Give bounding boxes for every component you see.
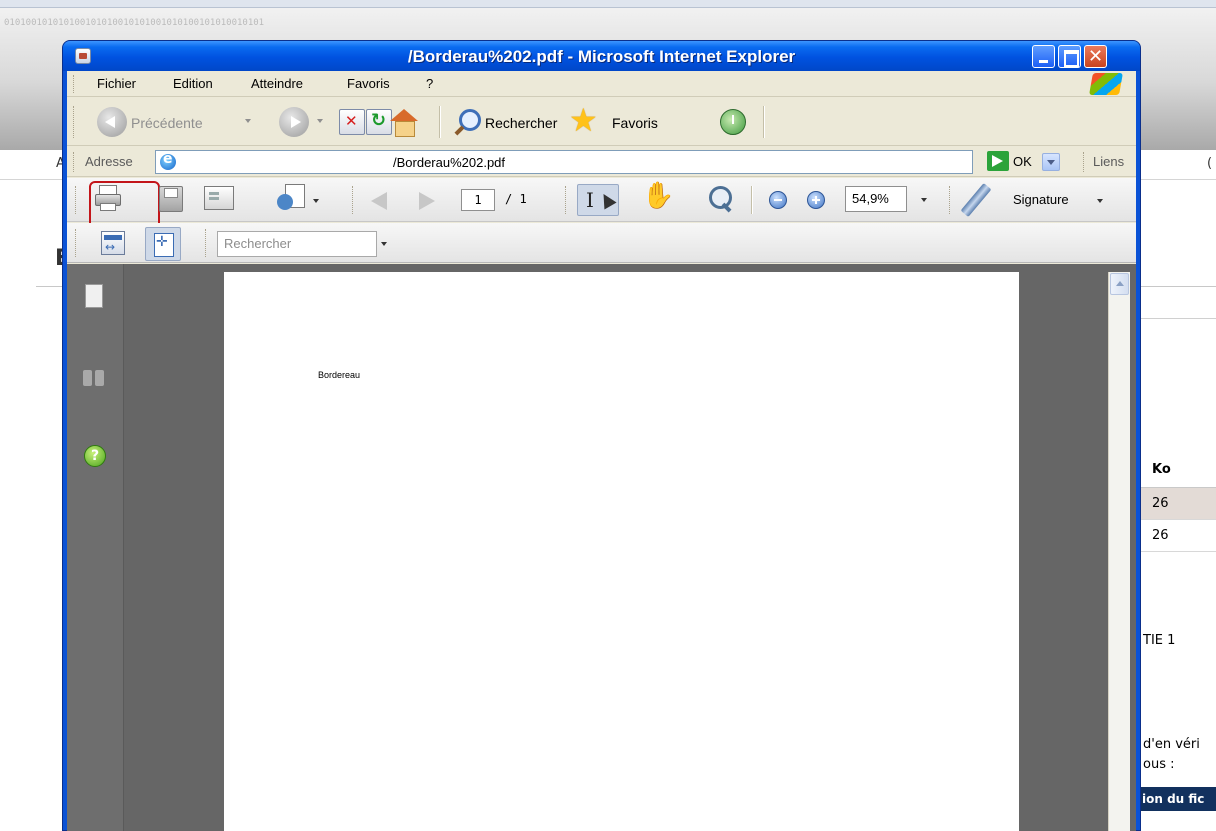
pdf-search-dropdown[interactable] (381, 242, 387, 246)
fit-width-icon[interactable] (101, 231, 125, 255)
menu-fichier[interactable]: Fichier (97, 76, 136, 91)
toolbar-grip[interactable] (75, 229, 78, 257)
background-table-header: Ko (1140, 452, 1216, 488)
hand-icon[interactable]: ✋ (642, 181, 674, 211)
menu-bar: Fichier Edition Atteindre Favoris ? (67, 71, 1136, 97)
signature-pen-icon[interactable] (960, 182, 992, 218)
background-text-1: TIE 1 (1143, 633, 1176, 648)
toolbar-separator (763, 106, 764, 138)
toolbar-grip[interactable] (205, 229, 208, 257)
menu-atteindre[interactable]: Atteindre (251, 76, 303, 91)
toolbar-separator (439, 106, 440, 138)
help-icon[interactable]: ? (84, 445, 106, 467)
next-page-icon[interactable] (419, 192, 435, 210)
stop-icon[interactable] (339, 109, 365, 135)
address-dropdown-icon[interactable] (1042, 153, 1060, 171)
zoom-tool-icon[interactable] (703, 184, 733, 214)
print-highlight-box (89, 181, 160, 229)
toolbar-grip[interactable] (73, 106, 76, 138)
go-icon[interactable] (987, 151, 1009, 171)
ie-window: /Borderau%202.pdf - Microsoft Internet E… (62, 40, 1141, 831)
toolbar-grip[interactable] (949, 186, 952, 214)
search-icon[interactable] (453, 109, 481, 133)
zoom-dropdown[interactable] (921, 198, 927, 202)
address-bar: Adresse /Borderau%202.pdf OK Liens (67, 147, 1136, 177)
back-history-dropdown[interactable] (245, 119, 251, 123)
go-button-label[interactable]: OK (1013, 154, 1032, 169)
toolbar-grip[interactable] (1083, 152, 1086, 172)
home-icon[interactable] (390, 109, 418, 137)
toolbar-grip[interactable] (352, 186, 355, 214)
table-row: 26 (1140, 488, 1216, 520)
menu-favoris[interactable]: Favoris (347, 76, 390, 91)
signature-dropdown[interactable] (1097, 199, 1103, 203)
toolbar-grip[interactable] (565, 186, 568, 214)
pdf-page[interactable]: Bordereau (224, 272, 1019, 831)
menu-help[interactable]: ? (426, 76, 433, 91)
refresh-icon[interactable] (366, 109, 392, 135)
navigation-panel: ? (67, 264, 124, 831)
window-client-area: Fichier Edition Atteindre Favoris ? Préc… (67, 71, 1136, 831)
background-table: Ko 26 26 (1140, 452, 1216, 552)
favorites-button-label[interactable]: Favoris (612, 115, 658, 131)
page-total: / 1 (505, 192, 527, 206)
scroll-up-button[interactable] (1110, 273, 1129, 295)
forward-icon[interactable] (279, 107, 309, 137)
pdf-toolbar-secondary: Rechercher (67, 223, 1136, 263)
back-button-label[interactable]: Précédente (131, 115, 203, 131)
pdf-search-input[interactable]: Rechercher (217, 231, 377, 257)
collaborate-icon[interactable] (277, 184, 307, 212)
background-text-3: ous : (1143, 757, 1175, 772)
signature-button-label[interactable]: Signature (1013, 192, 1069, 207)
address-value[interactable]: /Borderau%202.pdf (393, 155, 505, 170)
binoculars-icon[interactable] (83, 366, 105, 386)
standard-toolbar: Précédente Rechercher ★ Favoris (67, 98, 1136, 146)
back-icon[interactable] (97, 107, 127, 137)
address-input[interactable]: /Borderau%202.pdf (155, 150, 1060, 174)
fit-page-icon[interactable] (145, 227, 181, 261)
previous-page-icon[interactable] (371, 192, 387, 210)
search-button-label[interactable]: Rechercher (485, 115, 557, 131)
close-icon: ✕ (1087, 46, 1104, 67)
minimize-button[interactable] (1032, 45, 1055, 68)
zoom-level-input[interactable]: 54,9% (845, 186, 907, 212)
document-area: ? Bordereau (67, 264, 1136, 831)
links-toolbar[interactable]: Liens (1093, 154, 1124, 169)
forward-history-dropdown[interactable] (317, 119, 323, 123)
pages-icon[interactable] (82, 284, 103, 314)
zoom-in-icon[interactable] (807, 191, 825, 209)
email-icon[interactable] (204, 186, 234, 210)
menu-edition[interactable]: Edition (173, 76, 213, 91)
favorites-star-icon[interactable]: ★ (569, 104, 598, 136)
page-number-input[interactable]: 1 (461, 189, 495, 211)
windows-logo-icon (1089, 73, 1123, 95)
page-icon (160, 151, 176, 170)
pdf-toolbar: 1 / 1 ✋ 54,9% Signature (67, 178, 1136, 229)
toolbar-grip[interactable] (73, 152, 76, 172)
toolbar-separator (751, 186, 752, 214)
address-label: Adresse (85, 154, 133, 169)
history-icon[interactable] (720, 109, 746, 135)
background-top-strip (0, 0, 1216, 8)
background-blue-bar: ion du fic (1140, 787, 1216, 811)
title-bar[interactable]: /Borderau%202.pdf - Microsoft Internet E… (63, 41, 1140, 71)
maximize-button[interactable] (1058, 45, 1081, 68)
window-title: /Borderau%202.pdf - Microsoft Internet E… (407, 47, 796, 66)
toolbar-grip[interactable] (75, 186, 78, 214)
collaborate-dropdown[interactable] (313, 199, 319, 203)
table-row: 26 (1140, 520, 1216, 552)
toolbar-grip[interactable] (73, 75, 76, 93)
background-text-2: d'en véri (1143, 737, 1200, 752)
close-button[interactable]: ✕ (1084, 45, 1107, 68)
vertical-scrollbar[interactable] (1108, 272, 1130, 831)
background-fragment-right: ( (1207, 156, 1213, 171)
zoom-out-icon[interactable] (769, 191, 787, 209)
save-icon[interactable] (154, 183, 188, 217)
background-divider-right (1140, 318, 1216, 319)
pdf-page-text: Bordereau (318, 370, 361, 380)
select-text-icon[interactable] (577, 184, 619, 216)
